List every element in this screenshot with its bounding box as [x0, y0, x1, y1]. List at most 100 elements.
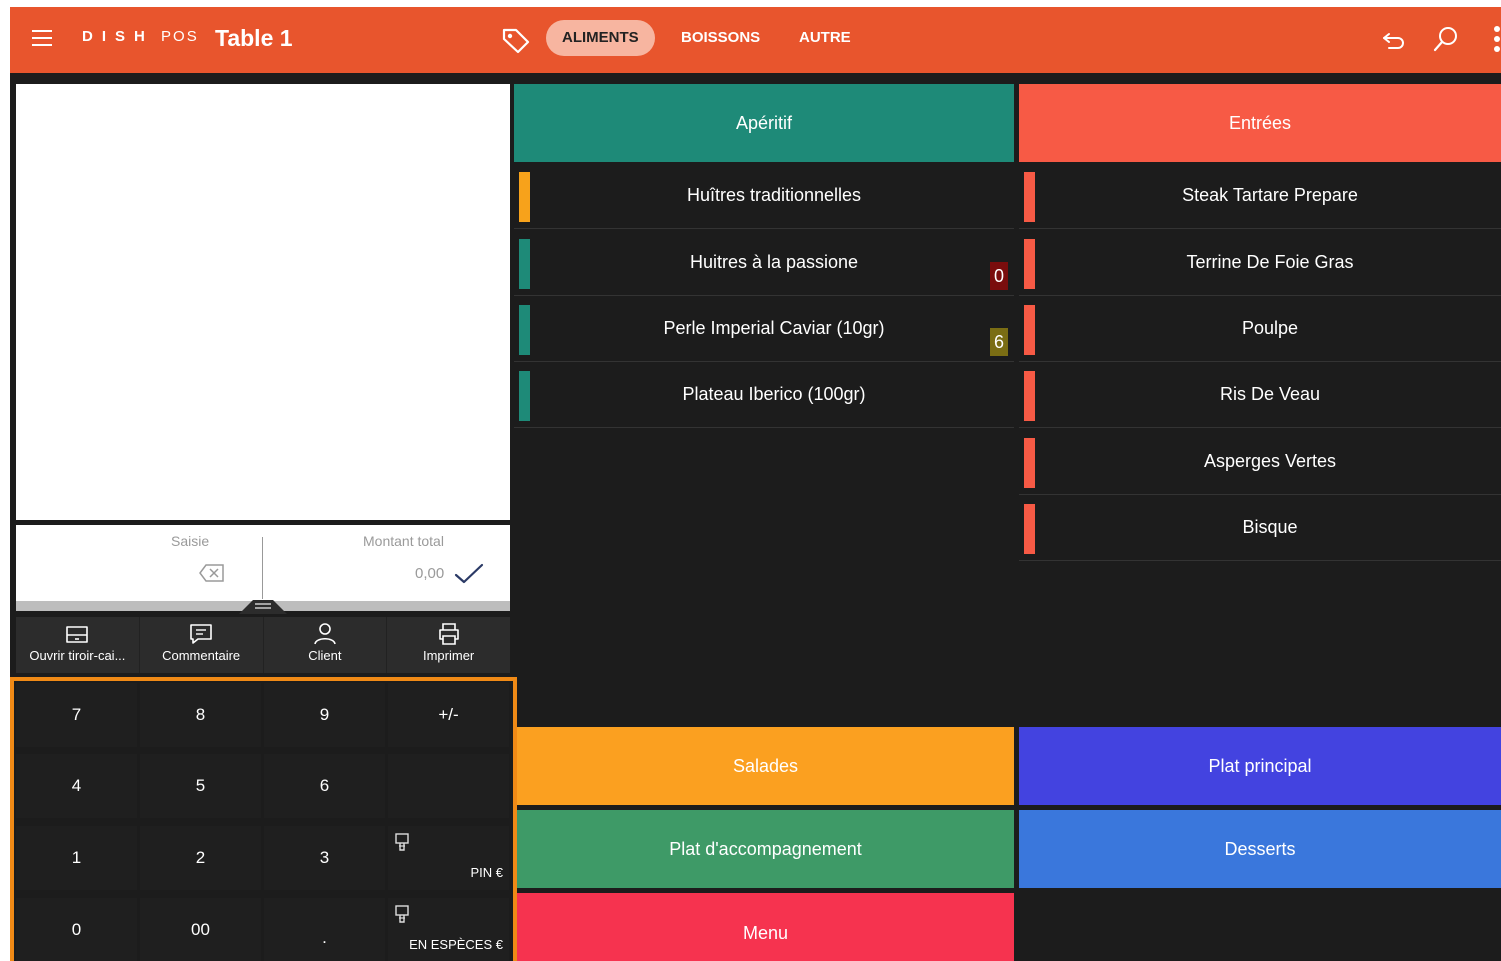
color-bar: [1024, 438, 1035, 488]
input-divider: [262, 537, 263, 599]
category-plat-accompagnement[interactable]: Plat d'accompagnement: [517, 810, 1014, 888]
product-label: Asperges Vertes: [1203, 451, 1337, 471]
key-2[interactable]: 2: [140, 826, 261, 890]
key-5[interactable]: 5: [140, 754, 261, 818]
product-item[interactable]: Asperges Vertes: [1019, 429, 1501, 495]
product-item[interactable]: Steak Tartare Prepare: [1019, 163, 1501, 229]
product-item[interactable]: Ris De Veau: [1019, 362, 1501, 428]
logo: DISH POS: [82, 28, 199, 45]
key-label: 7: [71, 705, 82, 724]
action-label: Commentaire: [162, 648, 241, 663]
product-item[interactable]: Bisque: [1019, 495, 1501, 561]
color-bar: [1024, 172, 1035, 222]
open-drawer-button[interactable]: Ouvrir tiroir-cai...: [16, 617, 140, 673]
key-4[interactable]: 4: [16, 754, 137, 818]
key-label: +/-: [438, 705, 459, 724]
input-panel: Saisie Montant total 0,00: [16, 525, 510, 603]
top-bar: DISH POS Table 1 ALIMENTS BOISSONS AUTRE: [10, 7, 1501, 73]
key-7[interactable]: 7: [16, 683, 137, 747]
product-label: Bisque: [1242, 517, 1298, 537]
color-bar: [1024, 305, 1035, 355]
key-1[interactable]: 1: [16, 826, 137, 890]
product-item[interactable]: Perle Imperial Caviar (10gr) 6: [514, 296, 1014, 362]
key-label: 3: [319, 848, 330, 867]
product-item[interactable]: Terrine De Foie Gras: [1019, 230, 1501, 296]
key-empty: [388, 754, 509, 818]
order-ticket[interactable]: [16, 84, 510, 520]
key-label: 5: [195, 776, 206, 795]
comment-icon: [190, 624, 212, 644]
product-item[interactable]: Poulpe: [1019, 296, 1501, 362]
payment-icon: [395, 833, 409, 851]
comment-button[interactable]: Commentaire: [140, 617, 264, 673]
key-6[interactable]: 6: [264, 754, 385, 818]
key-label: 2: [195, 848, 206, 867]
entry-label: Saisie: [171, 533, 210, 549]
category-entrees[interactable]: Entrées: [1019, 84, 1501, 162]
color-bar: [519, 371, 530, 421]
confirm-check-icon[interactable]: [454, 563, 484, 585]
key-label: .: [322, 928, 327, 947]
key-3[interactable]: 3: [264, 826, 385, 890]
menu-icon[interactable]: [32, 30, 52, 48]
total-value: 0,00: [415, 565, 445, 582]
key-9[interactable]: 9: [264, 683, 385, 747]
product-label: Perle Imperial Caviar (10gr): [663, 318, 885, 338]
category-aperitif[interactable]: Apéritif: [514, 84, 1014, 162]
color-bar: [1024, 239, 1035, 289]
key-label: EN ESPÈCES €: [409, 937, 503, 952]
product-label: Huitres à la passione: [689, 252, 859, 272]
color-bar: [519, 239, 530, 289]
key-plus-minus[interactable]: +/-: [388, 683, 509, 747]
user-icon: [314, 623, 336, 645]
key-label: 00: [191, 920, 210, 939]
action-bar: Ouvrir tiroir-cai... Commentaire Client …: [16, 617, 510, 673]
color-bar: [519, 305, 530, 355]
product-label: Terrine De Foie Gras: [1186, 252, 1354, 272]
product-label: Ris De Veau: [1219, 384, 1321, 404]
category-menu[interactable]: Menu: [517, 893, 1014, 961]
product-label: Huîtres traditionnelles: [686, 185, 862, 205]
print-button[interactable]: Imprimer: [387, 617, 510, 673]
action-label: Ouvrir tiroir-cai...: [29, 648, 126, 663]
color-bar: [1024, 371, 1035, 421]
printer-icon: [438, 623, 459, 645]
numeric-keypad: 7 8 9 +/- 4 5 6 1 2 3 PIN € 0 00 . EN ES…: [10, 677, 517, 961]
product-item[interactable]: Plateau Iberico (100gr): [514, 362, 1014, 428]
key-label: 9: [319, 705, 330, 724]
key-0[interactable]: 0: [16, 898, 137, 961]
client-button[interactable]: Client: [264, 617, 388, 673]
undo-icon[interactable]: [1380, 25, 1408, 53]
stock-badge: 6: [990, 328, 1008, 356]
more-vert-icon[interactable]: [1486, 25, 1500, 53]
pay-cash-button[interactable]: EN ESPÈCES €: [388, 898, 509, 961]
tag-icon[interactable]: [500, 26, 532, 56]
key-label: 8: [195, 705, 206, 724]
category-desserts[interactable]: Desserts: [1019, 810, 1501, 888]
product-item[interactable]: Huîtres traditionnelles: [514, 163, 1014, 229]
tab-autre[interactable]: AUTRE: [783, 20, 867, 56]
search-icon[interactable]: [1432, 25, 1460, 53]
key-00[interactable]: 00: [140, 898, 261, 961]
pay-pin-button[interactable]: PIN €: [388, 826, 509, 890]
category-salades[interactable]: Salades: [517, 727, 1014, 805]
action-label: Imprimer: [422, 648, 475, 663]
product-label: Plateau Iberico (100gr): [682, 384, 866, 404]
category-plat-principal[interactable]: Plat principal: [1019, 727, 1501, 805]
product-label: Steak Tartare Prepare: [1182, 185, 1358, 205]
tab-aliments[interactable]: ALIMENTS: [546, 20, 655, 56]
logo-main: DISH: [82, 28, 154, 45]
key-decimal[interactable]: .: [264, 898, 385, 961]
backspace-icon[interactable]: [199, 564, 225, 582]
drawer-icon: [66, 626, 89, 643]
key-label: 4: [71, 776, 82, 795]
table-title: Table 1: [215, 25, 293, 51]
product-item[interactable]: Huitres à la passione 0: [514, 230, 1014, 296]
key-label: 6: [319, 776, 330, 795]
logo-sub: POS: [161, 28, 199, 45]
drag-handle-icon[interactable]: [239, 598, 287, 614]
key-label: PIN €: [470, 865, 503, 880]
key-8[interactable]: 8: [140, 683, 261, 747]
total-label: Montant total: [363, 533, 444, 549]
tab-boissons[interactable]: BOISSONS: [665, 20, 776, 56]
